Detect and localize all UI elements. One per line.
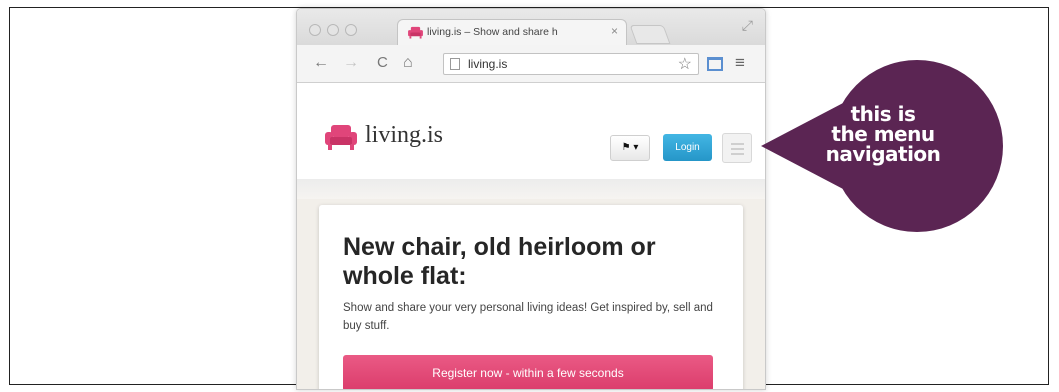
new-tab-button[interactable] [629,25,671,44]
bookmark-star-icon[interactable]: ☆ [678,54,692,74]
annotation-line: navigation [825,142,941,166]
register-button[interactable]: Register now - within a few seconds [343,355,713,389]
reload-icon[interactable]: C [377,54,388,71]
page-icon [450,58,460,70]
zoom-window-button[interactable] [345,24,357,36]
hero-card: New chair, old heirloom or whole flat: S… [319,205,743,389]
back-arrow-icon[interactable]: ← [313,54,329,72]
language-flag-dropdown[interactable]: ⚑ ▾ [610,135,650,161]
annotation-line: the menu [831,122,935,146]
hamburger-line [731,143,744,145]
tab-title: living.is – Show and share h [427,26,558,38]
tab-bar: living.is – Show and share h × ⤢ [297,9,765,46]
url-text: living.is [468,57,508,71]
hamburger-line [731,153,744,155]
home-icon[interactable]: ⌂ [403,54,413,72]
site-header: living.is ⚑ ▾ Login [297,83,765,179]
sofa-logo-icon[interactable] [325,123,357,151]
annotation-line: this is [850,102,916,126]
annotation-text: this is the menu navigation [818,104,948,164]
address-bar[interactable]: living.is ☆ [443,53,699,75]
forward-arrow-icon[interactable]: → [343,54,359,72]
sofa-icon [408,26,423,39]
hero-title: New chair, old heirloom or whole flat: [343,233,656,290]
browser-tab[interactable]: living.is – Show and share h × [397,19,627,46]
menu-navigation-button[interactable] [722,133,752,163]
fullscreen-icon[interactable]: ⤢ [742,17,753,34]
hero-description: Show and share your very personal living… [343,302,713,332]
web-page: living.is ⚑ ▾ Login New chair, old heirl… [297,83,765,389]
browser-toolbar: ← → C ⌂ living.is ☆ ≡ [297,45,765,83]
close-window-button[interactable] [309,24,321,36]
site-logo-text[interactable]: living.is [365,122,443,149]
hamburger-line [731,148,744,150]
login-button[interactable]: Login [663,134,712,161]
minimize-window-button[interactable] [327,24,339,36]
browser-menu-icon[interactable]: ≡ [735,53,745,73]
tab-close-icon[interactable]: × [611,24,618,38]
extension-icon[interactable] [707,57,723,71]
header-shadow [297,179,765,199]
browser-window: living.is – Show and share h × ⤢ ← → C ⌂… [296,8,766,390]
